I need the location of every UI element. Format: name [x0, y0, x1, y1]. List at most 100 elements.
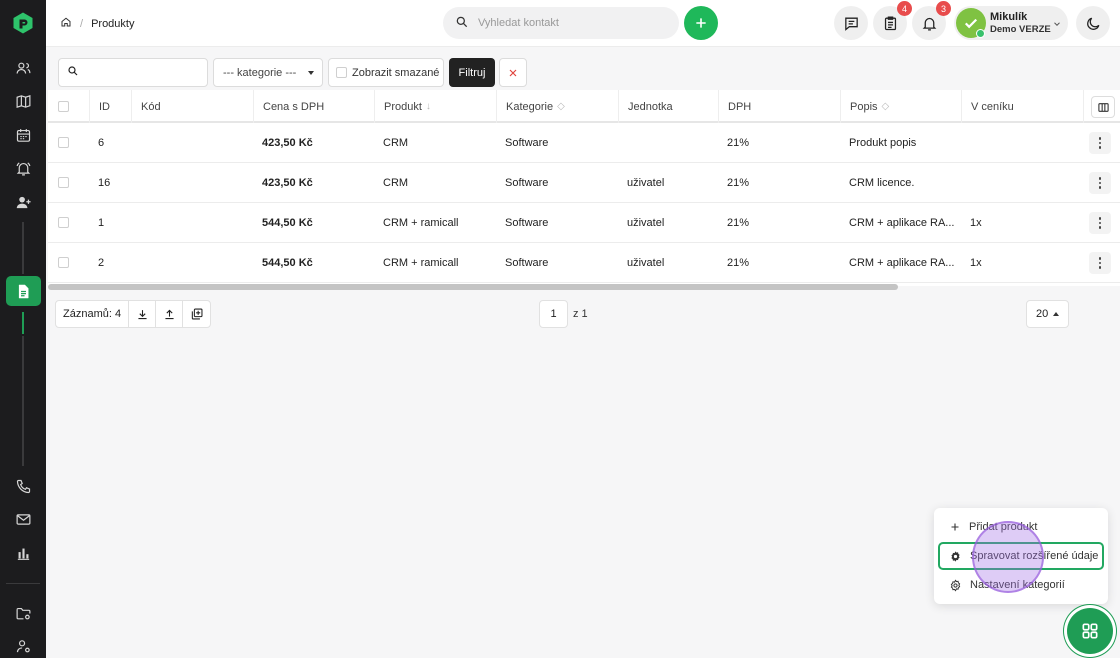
- column-header-in-pricelist[interactable]: V ceníku: [961, 90, 1083, 123]
- dark-mode-button[interactable]: [1076, 6, 1110, 40]
- user-add-icon[interactable]: [12, 191, 34, 213]
- calendar-icon[interactable]: [12, 124, 34, 146]
- clear-filter-button[interactable]: [499, 58, 527, 87]
- row-checkbox[interactable]: [58, 177, 69, 188]
- products-table: ID Kód Cena s DPH Produkt ↓ Kategorie ◇ Je…: [48, 90, 1120, 286]
- menu-item-manage-extended-data[interactable]: Spravovat rozšířené údaje: [938, 542, 1104, 570]
- cell-description: Produkt popis: [849, 137, 917, 149]
- row-menu-button[interactable]: [1089, 132, 1111, 154]
- cell-code: [131, 123, 140, 163]
- row-checkbox[interactable]: [58, 137, 69, 148]
- column-header-category[interactable]: Kategorie ◇: [496, 90, 618, 123]
- cell-description: CRM licence.: [849, 177, 915, 189]
- sort-desc-icon[interactable]: ↓: [426, 101, 431, 112]
- cell-code: [131, 243, 140, 283]
- map-icon[interactable]: [12, 90, 34, 112]
- cell-product: CRM: [383, 177, 409, 189]
- download-button[interactable]: [129, 301, 157, 327]
- filter-button[interactable]: Filtruj: [449, 58, 495, 87]
- contacts-icon[interactable]: [12, 57, 34, 79]
- show-deleted-checkbox[interactable]: [336, 67, 347, 78]
- cell-in-pricelist: [961, 163, 970, 203]
- cell-product: CRM: [383, 137, 409, 149]
- product-search[interactable]: [58, 58, 208, 87]
- stats-icon[interactable]: [12, 542, 34, 564]
- sidebar-connector: [22, 336, 24, 466]
- cell-category: Software: [505, 217, 549, 229]
- bell-alert-icon[interactable]: [12, 157, 34, 179]
- mail-icon[interactable]: [12, 508, 34, 530]
- folder-settings-icon[interactable]: [12, 602, 34, 624]
- user-subtitle: Demo VERZE: [990, 24, 1051, 35]
- category-select[interactable]: --- kategorie ---: [213, 58, 323, 87]
- fab-button[interactable]: [1067, 608, 1113, 654]
- horizontal-scrollbar[interactable]: [48, 284, 898, 290]
- user-settings-icon[interactable]: [12, 635, 34, 657]
- column-header-product[interactable]: Produkt ↓: [374, 90, 496, 123]
- row-checkbox[interactable]: [58, 257, 69, 268]
- table-row[interactable]: 16 423,50 Kč CRM Software uživatel 21% C…: [48, 163, 1120, 203]
- sidebar: [0, 0, 46, 658]
- contact-search-input[interactable]: [478, 17, 658, 29]
- sort-icon[interactable]: ◇: [882, 101, 890, 112]
- show-deleted-toggle[interactable]: Zobrazit smazané: [328, 58, 444, 87]
- cell-price: 423,50 Kč: [262, 177, 313, 189]
- table-header: ID Kód Cena s DPH Produkt ↓ Kategorie ◇ Je…: [48, 90, 1120, 123]
- home-icon[interactable]: [60, 16, 72, 31]
- fab-menu: Přidat produkt Spravovat rozšířené údaje…: [934, 508, 1108, 604]
- table-row[interactable]: 6 423,50 Kč CRM Software 21% Produkt pop…: [48, 123, 1120, 163]
- column-visibility-button[interactable]: [1091, 96, 1115, 118]
- tasks-badge: 4: [897, 1, 912, 16]
- column-header-vat[interactable]: DPH: [718, 90, 840, 123]
- cell-unit: uživatel: [627, 257, 665, 269]
- add-button[interactable]: [684, 6, 718, 40]
- online-status-dot: [976, 29, 985, 38]
- sidebar-active-indicator: [22, 312, 24, 334]
- product-search-input[interactable]: [85, 66, 205, 79]
- search-icon: [67, 65, 79, 80]
- notifications-button[interactable]: 3: [912, 1, 951, 40]
- column-header-id[interactable]: ID: [89, 90, 131, 123]
- per-page-select[interactable]: 20: [1026, 300, 1069, 328]
- duplicate-button[interactable]: [183, 301, 210, 327]
- gear-icon: [951, 550, 960, 562]
- row-menu-button[interactable]: [1089, 212, 1111, 234]
- row-menu-button[interactable]: [1089, 252, 1111, 274]
- page-input[interactable]: 1: [539, 300, 568, 328]
- cell-code: [131, 163, 140, 203]
- column-header-code[interactable]: Kód: [131, 90, 253, 123]
- menu-item-category-settings[interactable]: Nastavení kategorií: [938, 571, 1104, 599]
- cell-vat: 21%: [727, 177, 750, 189]
- cell-id: 16: [98, 177, 111, 189]
- tasks-button[interactable]: 4: [873, 1, 912, 40]
- contact-search[interactable]: [443, 7, 679, 39]
- menu-item-label: Nastavení kategorií: [970, 579, 1065, 591]
- sort-icon[interactable]: ◇: [557, 101, 565, 112]
- table-row[interactable]: 2 544,50 Kč CRM + ramicall Software uživ…: [48, 243, 1120, 283]
- cell-description: CRM + aplikace RA...: [849, 257, 955, 269]
- user-name: Mikulík: [990, 11, 1028, 23]
- chat-button[interactable]: [834, 6, 868, 40]
- row-checkbox[interactable]: [58, 217, 69, 228]
- row-menu-button[interactable]: [1089, 172, 1111, 194]
- menu-item-add-product[interactable]: Přidat produkt: [938, 513, 1104, 541]
- select-all-checkbox[interactable]: [58, 101, 69, 112]
- duplicate-icon: [191, 308, 203, 320]
- phone-icon[interactable]: [12, 475, 34, 497]
- cell-product: CRM + ramicall: [383, 257, 459, 269]
- app-logo[interactable]: [11, 11, 35, 35]
- column-header-price[interactable]: Cena s DPH: [253, 90, 374, 123]
- cell-unit: uživatel: [627, 217, 665, 229]
- columns-icon: [1097, 102, 1109, 112]
- cell-code: [131, 203, 140, 243]
- table-row[interactable]: 1 544,50 Kč CRM + ramicall Software uživ…: [48, 203, 1120, 243]
- user-menu[interactable]: Mikulík Demo VERZE: [954, 6, 1068, 40]
- upload-button[interactable]: [156, 301, 184, 327]
- column-header-unit[interactable]: Jednotka: [618, 90, 718, 123]
- products-icon[interactable]: [6, 276, 41, 306]
- cell-description: CRM + aplikace RA...: [849, 217, 955, 229]
- column-header-description[interactable]: Popis ◇: [840, 90, 962, 123]
- cell-category: Software: [505, 137, 549, 149]
- menu-item-label: Přidat produkt: [969, 521, 1038, 533]
- page-total: z 1: [573, 308, 588, 320]
